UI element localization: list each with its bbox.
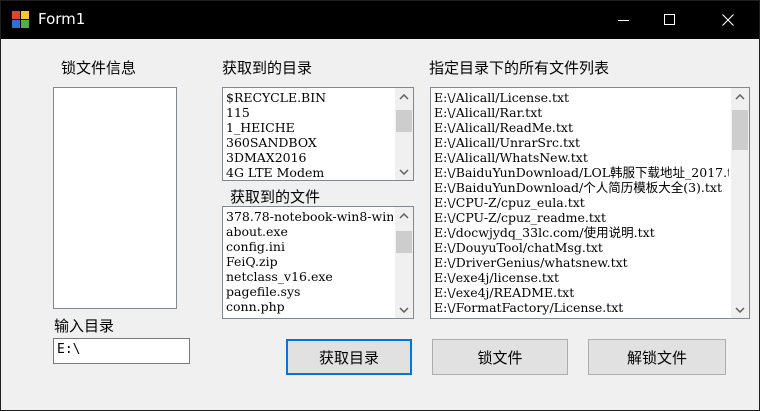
list-item[interactable]: pagefile.sys	[226, 284, 393, 299]
lock-info-label: 锁文件信息	[61, 59, 137, 77]
list-item[interactable]: E:\/DouyuTool/chatMsg.txt	[434, 240, 729, 255]
scroll-thumb[interactable]	[396, 110, 412, 132]
list-item[interactable]: E:\/Alicall/ReadMe.txt	[434, 120, 729, 135]
list-item[interactable]: E:\/Alicall/License.txt	[434, 90, 729, 105]
list-item[interactable]: config.ini	[226, 239, 393, 254]
dirs-list[interactable]: $RECYCLE.BIN 115 1_HEICHE 360SANDBOX 3DMAX20…	[222, 87, 414, 181]
maximize-button[interactable]	[647, 1, 693, 39]
chevron-up-icon	[399, 93, 409, 100]
scroll-up-button[interactable]	[395, 88, 413, 105]
list-item[interactable]: E:\/CPU-Z/cpuz_readme.txt	[434, 210, 729, 225]
dirs-label: 获取到的目录	[222, 59, 313, 77]
get-dirs-button[interactable]: 获取目录	[286, 339, 412, 375]
chevron-up-icon	[735, 93, 745, 100]
close-icon	[722, 14, 734, 26]
lock-file-button[interactable]: 锁文件	[432, 339, 568, 375]
list-item[interactable]: E:\/exe4j/license.txt	[434, 270, 729, 285]
list-item[interactable]: 115	[226, 105, 393, 120]
list-item[interactable]: E:\/BaiduYunDownload/LOL韩服下载地址_2017.txt	[434, 165, 729, 180]
list-item[interactable]: 1_HEICHE	[226, 120, 393, 135]
list-item[interactable]: E:\/docwjydq_33lc.com/使用说明.txt	[434, 225, 729, 240]
files-list[interactable]: 378.78-notebook-win8-win7-64bit-internat…	[222, 206, 414, 319]
chevron-up-icon	[399, 212, 409, 219]
unlock-file-button[interactable]: 解锁文件	[588, 339, 726, 375]
files-scrollbar[interactable]	[395, 207, 413, 318]
title-bar[interactable]: Form1	[1, 1, 759, 39]
scroll-thumb[interactable]	[396, 231, 412, 253]
scroll-down-button[interactable]	[731, 301, 749, 318]
list-item[interactable]: 4G LTE Modem	[226, 165, 393, 180]
window-title: Form1	[38, 10, 86, 28]
all-files-scrollbar[interactable]	[731, 88, 749, 318]
app-icon	[12, 11, 30, 29]
minimize-icon	[618, 20, 629, 21]
chevron-down-icon	[399, 168, 409, 175]
dirs-list-items: $RECYCLE.BIN 115 1_HEICHE 360SANDBOX 3DMAX20…	[226, 90, 393, 180]
all-files-list-items: E:\/Alicall/License.txt E:\/Alicall/Rar.t…	[434, 90, 729, 318]
scroll-down-button[interactable]	[395, 301, 413, 318]
scroll-thumb[interactable]	[732, 110, 748, 150]
list-item[interactable]: netclass_v16.exe	[226, 269, 393, 284]
input-dir-label: 输入目录	[54, 317, 115, 335]
list-item[interactable]: E:\/BaiduYunDownload/个人简历模板大全(3).txt	[434, 180, 729, 195]
list-item[interactable]: E:\/Alicall/Rar.txt	[434, 105, 729, 120]
all-files-label: 指定目录下的所有文件列表	[429, 59, 610, 77]
form1-window: Form1 锁文件信息 获取到的目录 指定目录下的所有文件列表 获取到的文件 输…	[0, 0, 760, 411]
chevron-down-icon	[399, 306, 409, 313]
list-item[interactable]: E:\/FormatFactory/License.txt	[434, 300, 729, 315]
files-list-items: 378.78-notebook-win8-win7-64bit-internat…	[226, 209, 393, 318]
input-dir-field[interactable]: E:\	[53, 338, 190, 364]
list-item[interactable]: E:\/exe4j/README.txt	[434, 285, 729, 300]
scroll-down-button[interactable]	[395, 163, 413, 180]
list-item[interactable]: $RECYCLE.BIN	[226, 90, 393, 105]
dirs-scrollbar[interactable]	[395, 88, 413, 180]
maximize-icon	[664, 14, 675, 25]
list-item[interactable]: E:\/Alicall/WhatsNew.txt	[434, 150, 729, 165]
list-item[interactable]: FeiQ.zip	[226, 254, 393, 269]
scroll-up-button[interactable]	[395, 207, 413, 224]
lock-info-list[interactable]	[53, 87, 177, 309]
list-item[interactable]: E:\/CPU-Z/cpuz_eula.txt	[434, 195, 729, 210]
list-item[interactable]: about.exe	[226, 224, 393, 239]
all-files-list[interactable]: E:\/Alicall/License.txt E:\/Alicall/Rar.t…	[430, 87, 750, 319]
scroll-up-button[interactable]	[731, 88, 749, 105]
list-item[interactable]: conn.php	[226, 299, 393, 314]
list-item[interactable]: E:\/DriverGenius/whatsnew.txt	[434, 255, 729, 270]
chevron-down-icon	[735, 306, 745, 313]
minimize-button[interactable]	[601, 1, 647, 39]
close-button[interactable]	[705, 1, 751, 39]
files-label: 获取到的文件	[230, 188, 321, 206]
list-item[interactable]: 3DMAX2016	[226, 150, 393, 165]
list-item[interactable]: E:\/Alicall/UnrarSrc.txt	[434, 135, 729, 150]
list-item[interactable]: 360SANDBOX	[226, 135, 393, 150]
list-item[interactable]: 378.78-notebook-win8-win7-64bit-internat…	[226, 209, 393, 224]
